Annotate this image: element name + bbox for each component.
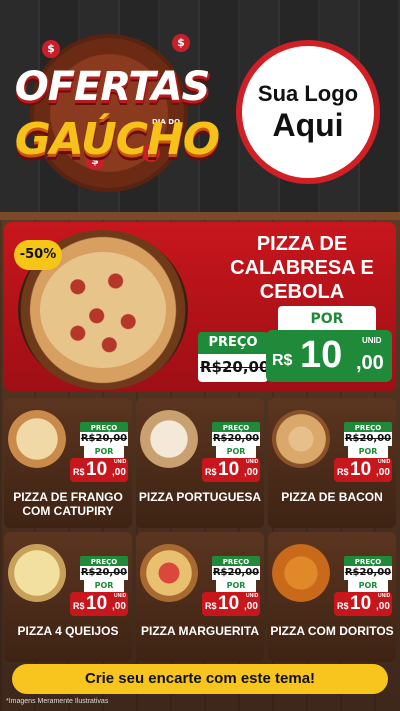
dollar-icon: $: [42, 40, 60, 58]
new-price: R$ 10 UNID ,00: [266, 330, 392, 382]
title-ofertas: OFERTAS: [14, 64, 211, 110]
old-price: R$20,00: [80, 566, 128, 580]
price-unit: UNID: [362, 336, 382, 345]
pizza-image: [8, 544, 66, 602]
price-cents: ,00: [112, 601, 126, 612]
title-gaucho: GAÚCHO: [14, 114, 220, 165]
price-cents: ,00: [376, 601, 390, 612]
discount-badge: -50%: [14, 240, 62, 270]
por-label: POR: [278, 306, 376, 332]
featured-product-name: PIZZA DE CALABRESA E CEBOLA: [230, 233, 374, 303]
por-label: POR: [84, 580, 124, 592]
price-integer: 10: [86, 593, 108, 614]
product-name: PIZZA COM DORITOS: [270, 624, 394, 638]
old-price: R$20,00: [212, 432, 260, 446]
old-price: R$20,00: [80, 432, 128, 446]
old-price: R$20,00: [344, 432, 392, 446]
new-price: R$ 10 UNID ,00: [70, 458, 128, 482]
price-integer: 10: [218, 593, 240, 614]
price-unit: UNID: [378, 459, 391, 465]
price-integer: 10: [350, 593, 372, 614]
dollar-icon: $: [172, 34, 190, 52]
offers-title: $ $ $ $ OFERTAS DIA DO GAÚCHO: [12, 32, 220, 202]
price-unit: UNID: [114, 459, 127, 465]
disclaimer-text: *Imagens Meramente Ilustrativas: [6, 698, 109, 705]
new-price: R$ 10 UNID ,00: [202, 458, 260, 482]
new-price: R$ 10 UNID ,00: [334, 458, 392, 482]
product-name: PIZZA PORTUGUESA: [138, 490, 262, 504]
new-price: R$ 10 UNID ,00: [70, 592, 128, 616]
pizza-image: [140, 410, 198, 468]
pizza-image: [140, 544, 198, 602]
price-unit: UNID: [246, 459, 259, 465]
price-cents: ,00: [112, 467, 126, 478]
old-price: R$20,00: [200, 358, 270, 376]
pizza-image: [8, 410, 66, 468]
preco-label: PREÇO: [198, 332, 268, 354]
create-flyer-button[interactable]: Crie seu encarte com este tema!: [12, 664, 388, 694]
por-label: POR: [216, 446, 256, 458]
new-price: R$ 10 UNID ,00: [334, 592, 392, 616]
price-cents: ,00: [244, 601, 258, 612]
price-currency: R$: [272, 352, 293, 369]
price-integer: 10: [218, 459, 240, 480]
wood-divider: [0, 212, 400, 220]
old-price: R$20,00: [212, 566, 260, 580]
price-currency: R$: [73, 467, 85, 477]
price-currency: R$: [337, 601, 349, 611]
logo-text-line2: Aqui: [272, 107, 344, 143]
old-price: R$20,00: [344, 566, 392, 580]
product-name: PIZZA DE BACON: [281, 490, 383, 504]
logo-text-line1: Sua Logo: [257, 81, 359, 106]
price-integer: 10: [300, 334, 343, 376]
por-label: POR: [348, 446, 388, 458]
product-name: PIZZA MARGUERITA: [141, 624, 259, 638]
logo-placeholder[interactable]: Sua Logo Aqui: [236, 40, 380, 184]
clay-plate-icon: [34, 38, 184, 188]
pizza-image: [272, 544, 330, 602]
price-currency: R$: [205, 601, 217, 611]
new-price: R$ 10 UNID ,00: [202, 592, 260, 616]
price-currency: R$: [73, 601, 85, 611]
price-cents: ,00: [356, 352, 384, 374]
price-unit: UNID: [114, 593, 127, 599]
pizza-image: [272, 410, 330, 468]
price-cents: ,00: [376, 467, 390, 478]
price-currency: R$: [337, 467, 349, 477]
price-cents: ,00: [244, 467, 258, 478]
por-label: POR: [216, 580, 256, 592]
product-name: PIZZA DE FRANGO COM CATUPIRY: [13, 490, 123, 518]
price-unit: UNID: [246, 593, 259, 599]
price-integer: 10: [86, 459, 108, 480]
price-integer: 10: [350, 459, 372, 480]
price-unit: UNID: [378, 593, 391, 599]
product-name: PIZZA 4 QUEIJOS: [17, 624, 119, 638]
price-currency: R$: [205, 467, 217, 477]
por-label: POR: [84, 446, 124, 458]
por-label: POR: [348, 580, 388, 592]
